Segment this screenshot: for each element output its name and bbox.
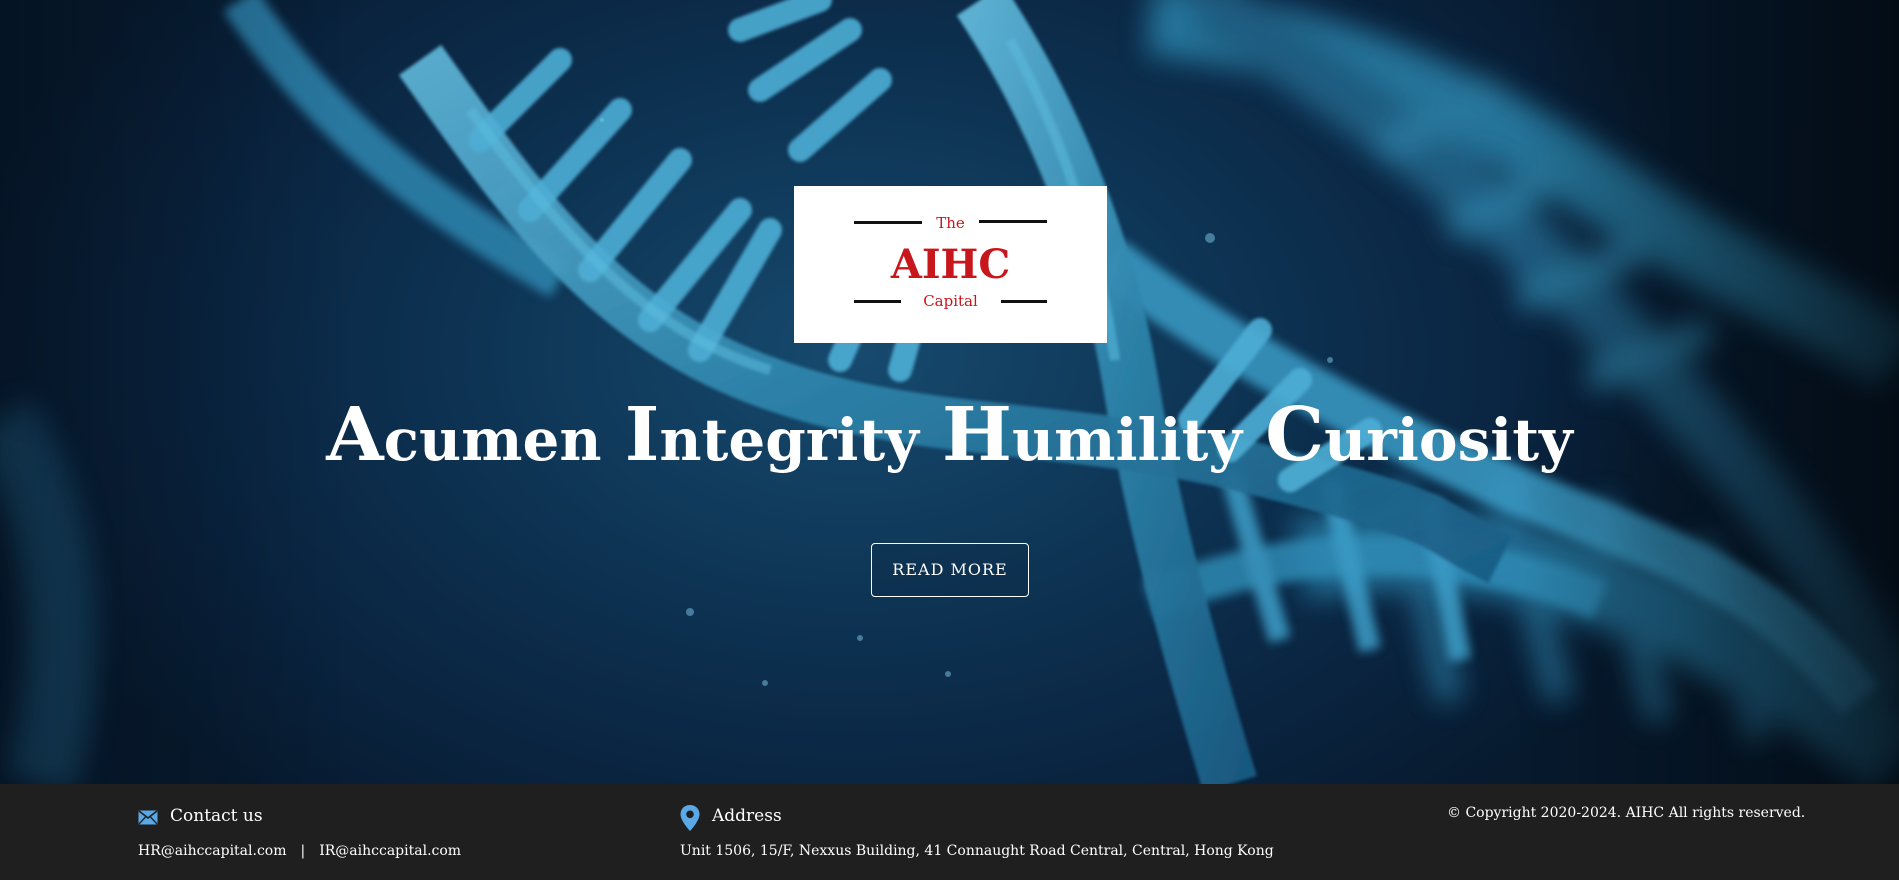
tagline-word-curiosity: Curiosity xyxy=(1265,392,1573,478)
logo-capital-text: Capital xyxy=(923,292,978,310)
page: The AIHC Capital Acumen Integrity Humili… xyxy=(0,0,1899,880)
contact-title: Contact us xyxy=(170,806,263,826)
tagline-word-humility: Humility xyxy=(942,392,1243,478)
values-tagline: Acumen Integrity Humility Curiosity xyxy=(0,392,1899,478)
copyright-text: © Copyright 2020-2024. AIHC All rights r… xyxy=(1447,805,1806,821)
ir-email-link[interactable]: IR@aihccapital.com xyxy=(319,843,461,859)
hr-email-link[interactable]: HR@aihccapital.com xyxy=(138,843,287,859)
hero-section: The AIHC Capital Acumen Integrity Humili… xyxy=(0,0,1899,784)
envelope-icon xyxy=(138,810,158,825)
address-title: Address xyxy=(712,806,782,826)
email-separator: | xyxy=(300,843,306,859)
logo-line-bottom-left xyxy=(854,300,901,303)
logo-the-text: The xyxy=(936,214,965,232)
read-more-button[interactable]: READ MORE xyxy=(871,543,1029,597)
tagline-word-integrity: Integrity xyxy=(624,392,919,478)
contact-emails: HR@aihccapital.com | IR@aihccapital.com xyxy=(138,843,461,859)
aihc-logo[interactable]: The AIHC Capital xyxy=(794,186,1107,343)
map-pin-icon xyxy=(680,805,700,831)
logo-line-bottom-right xyxy=(1001,300,1047,303)
address-text: Unit 1506, 15/F, Nexxus Building, 41 Con… xyxy=(680,843,1274,859)
tagline-word-acumen: Acumen xyxy=(326,392,602,478)
site-footer: Contact us HR@aihccapital.com | IR@aihccap… xyxy=(0,784,1899,880)
logo-name-text: AIHC xyxy=(890,241,1011,288)
